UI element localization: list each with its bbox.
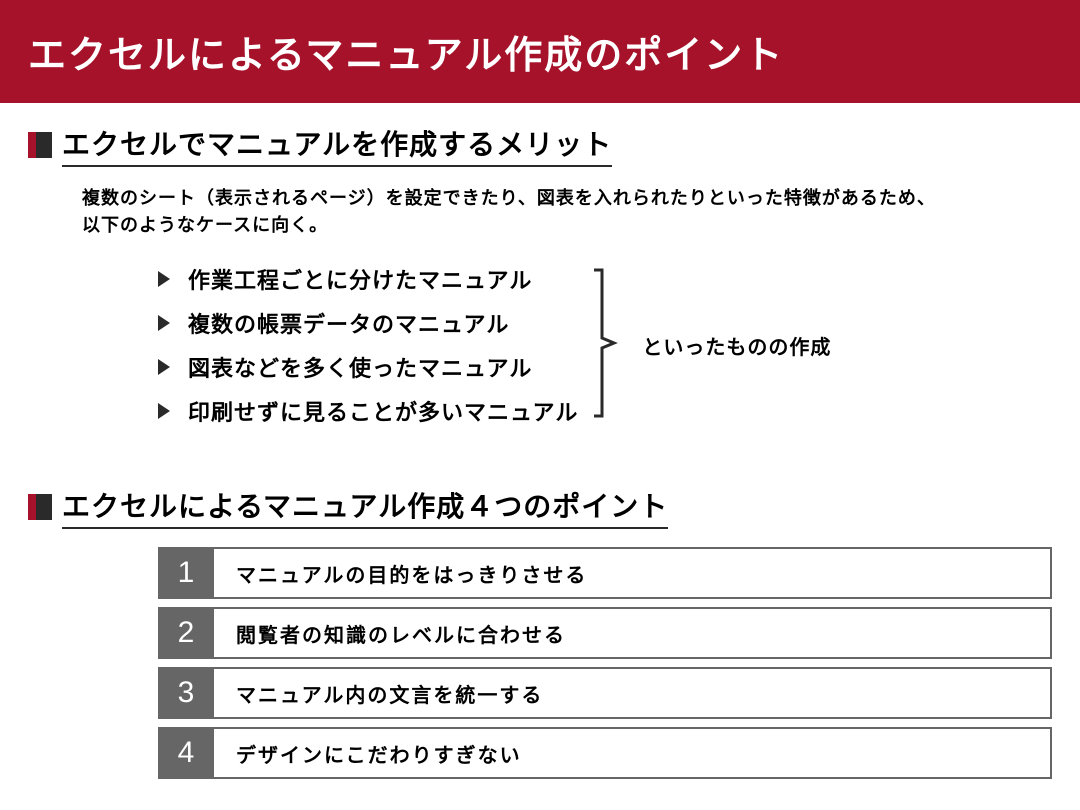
- list-item: 印刷せずに見ることが多いマニュアル: [158, 389, 578, 433]
- triangle-icon: [158, 403, 170, 419]
- merits-row: 作業工程ごとに分けたマニュアル 複数の帳票データのマニュアル 図表などを多く使っ…: [158, 257, 1052, 433]
- list-item: 図表などを多く使ったマニュアル: [158, 345, 578, 389]
- point-row: 1 マニュアルの目的をはっきりさせる: [158, 547, 1052, 599]
- point-number: 1: [158, 547, 214, 599]
- point-row: 4 デザインにこだわりすぎない: [158, 727, 1052, 779]
- section2: エクセルによるマニュアル作成４つのポイント 1 マニュアルの目的をはっきりさせる…: [28, 485, 1052, 779]
- section1-intro: 複数のシート（表示されるページ）を設定できたり、図表を入れられたりといった特徴が…: [82, 185, 1052, 239]
- merit-text: 複数の帳票データのマニュアル: [188, 307, 509, 339]
- list-item: 作業工程ごとに分けたマニュアル: [158, 257, 578, 301]
- triangle-icon: [158, 315, 170, 331]
- triangle-icon: [158, 359, 170, 375]
- point-number: 3: [158, 667, 214, 719]
- section2-heading-text: エクセルによるマニュアル作成４つのポイント: [62, 485, 668, 529]
- triangle-icon: [158, 271, 170, 287]
- point-number: 4: [158, 727, 214, 779]
- section2-heading: エクセルによるマニュアル作成４つのポイント: [28, 485, 1052, 529]
- section1-heading-text: エクセルでマニュアルを作成するメリット: [62, 123, 612, 167]
- intro-line-2: 以下のようなケースに向く。: [82, 215, 328, 235]
- point-text: マニュアル内の文言を統一する: [214, 667, 1052, 719]
- content-area: エクセルでマニュアルを作成するメリット 複数のシート（表示されるページ）を設定で…: [0, 103, 1080, 779]
- bracket-icon: [592, 268, 618, 423]
- heading-marker-icon: [28, 132, 52, 158]
- merit-list: 作業工程ごとに分けたマニュアル 複数の帳票データのマニュアル 図表などを多く使っ…: [158, 257, 578, 433]
- merit-text: 印刷せずに見ることが多いマニュアル: [188, 395, 578, 427]
- section1-heading: エクセルでマニュアルを作成するメリット: [28, 123, 1052, 167]
- merit-text: 図表などを多く使ったマニュアル: [188, 351, 532, 383]
- point-text: デザインにこだわりすぎない: [214, 727, 1052, 779]
- list-item: 複数の帳票データのマニュアル: [158, 301, 578, 345]
- point-row: 2 閲覧者の知識のレベルに合わせる: [158, 607, 1052, 659]
- heading-marker-icon: [28, 494, 52, 520]
- page-title: エクセルによるマニュアル作成のポイント: [28, 35, 784, 77]
- bracket-note: といったものの作成: [642, 331, 831, 360]
- merit-text: 作業工程ごとに分けたマニュアル: [188, 263, 532, 295]
- points-list: 1 マニュアルの目的をはっきりさせる 2 閲覧者の知識のレベルに合わせる 3 マ…: [158, 547, 1052, 779]
- point-text: マニュアルの目的をはっきりさせる: [214, 547, 1052, 599]
- page-title-banner: エクセルによるマニュアル作成のポイント: [0, 0, 1080, 103]
- intro-line-1: 複数のシート（表示されるページ）を設定できたり、図表を入れられたりといった特徴が…: [82, 188, 936, 208]
- point-number: 2: [158, 607, 214, 659]
- point-row: 3 マニュアル内の文言を統一する: [158, 667, 1052, 719]
- point-text: 閲覧者の知識のレベルに合わせる: [214, 607, 1052, 659]
